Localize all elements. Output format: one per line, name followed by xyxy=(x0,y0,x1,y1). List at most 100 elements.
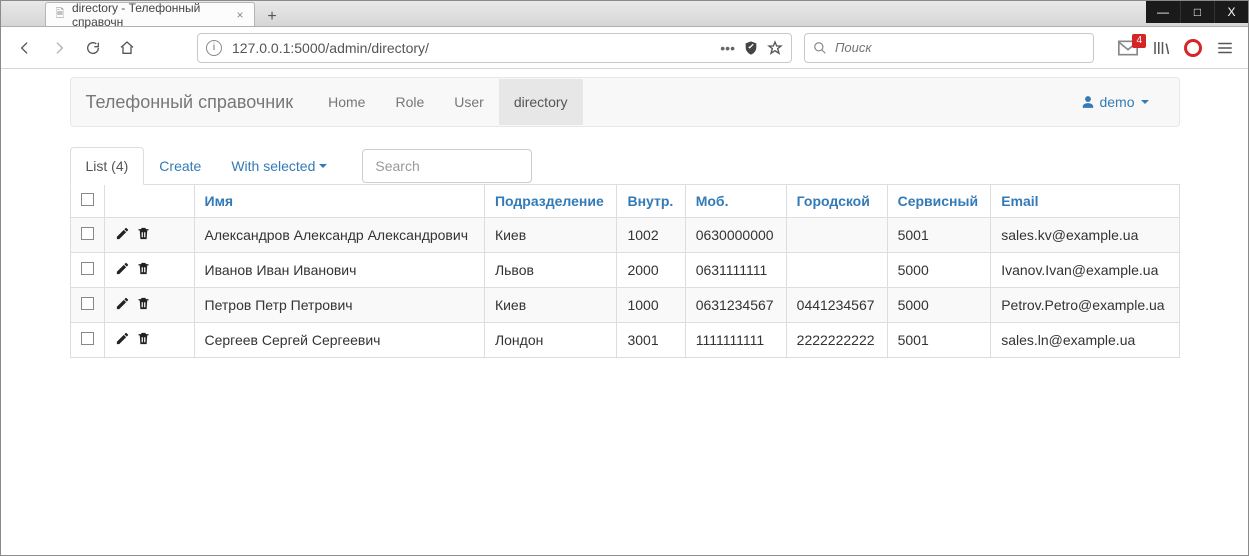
cell-dept: Львов xyxy=(484,253,617,288)
tab-title: directory - Телефонный справочн xyxy=(72,1,228,29)
page-content: Телефонный справочник Home Role User dir… xyxy=(1,69,1248,555)
shield-icon[interactable] xyxy=(743,40,759,56)
delete-button[interactable] xyxy=(136,261,151,279)
navbar-brand[interactable]: Телефонный справочник xyxy=(86,92,294,113)
row-actions-cell xyxy=(104,253,194,288)
admin-actions: List (4) Create With selected xyxy=(70,147,1180,185)
mail-button[interactable]: 4 xyxy=(1118,40,1138,56)
col-email[interactable]: Email xyxy=(991,185,1179,218)
edit-button[interactable] xyxy=(115,331,130,349)
row-actions-cell xyxy=(104,288,194,323)
meatball-icon[interactable]: ••• xyxy=(720,40,735,56)
search-bar[interactable] xyxy=(804,33,1094,63)
select-all-checkbox[interactable] xyxy=(81,193,94,206)
edit-button[interactable] xyxy=(115,296,130,314)
browser-toolbar: i ••• 4 xyxy=(1,27,1248,69)
cell-name: Сергеев Сергей Сергеевич xyxy=(194,323,484,358)
tab-close-icon[interactable]: × xyxy=(234,8,246,22)
col-mob[interactable]: Моб. xyxy=(685,185,786,218)
opera-icon xyxy=(1184,39,1202,57)
delete-button[interactable] xyxy=(136,226,151,244)
cell-service: 5000 xyxy=(887,253,991,288)
nav-link[interactable]: Home xyxy=(313,79,380,125)
nav-link[interactable]: User xyxy=(439,79,499,125)
edit-button[interactable] xyxy=(115,226,130,244)
nav-link[interactable]: Role xyxy=(380,79,439,125)
row-checkbox[interactable] xyxy=(81,262,94,275)
admin-search-input[interactable] xyxy=(362,149,532,183)
cell-dept: Киев xyxy=(484,288,617,323)
library-button[interactable] xyxy=(1152,39,1170,57)
user-menu[interactable]: demo xyxy=(1066,79,1163,125)
reload-icon xyxy=(85,40,101,56)
home-icon xyxy=(119,40,135,56)
library-icon xyxy=(1152,39,1170,57)
cell-email: Ivanov.Ivan@example.ua xyxy=(991,253,1179,288)
edit-button[interactable] xyxy=(115,261,130,279)
delete-icon xyxy=(136,226,151,241)
navbar-right: demo xyxy=(1066,79,1163,125)
cell-ext: 3001 xyxy=(617,323,685,358)
col-ext[interactable]: Внутр. xyxy=(617,185,685,218)
url-input[interactable] xyxy=(230,39,712,57)
cell-city: 0441234567 xyxy=(786,288,887,323)
col-city[interactable]: Городской xyxy=(786,185,887,218)
delete-button[interactable] xyxy=(136,331,151,349)
window-controls: — □ X xyxy=(1146,1,1248,23)
browser-search-input[interactable] xyxy=(833,39,1085,56)
search-icon xyxy=(813,41,827,55)
table-body: Александров Александр АлександровичКиев1… xyxy=(70,218,1179,358)
cell-ext: 2000 xyxy=(617,253,685,288)
col-name[interactable]: Имя xyxy=(194,185,484,218)
forward-button[interactable] xyxy=(45,34,73,62)
info-icon[interactable]: i xyxy=(206,40,222,56)
delete-button[interactable] xyxy=(136,296,151,314)
directory-table: Имя Подразделение Внутр. Моб. Городской … xyxy=(70,184,1180,358)
window-maximize-button[interactable]: □ xyxy=(1180,1,1214,23)
url-bar[interactable]: i ••• xyxy=(197,33,792,63)
nav-link[interactable]: directory xyxy=(499,79,583,125)
cell-name: Иванов Иван Иванович xyxy=(194,253,484,288)
cell-name: Александров Александр Александрович xyxy=(194,218,484,253)
arrow-left-icon xyxy=(17,40,33,56)
toolbar-right-icons: 4 xyxy=(1118,39,1238,57)
caret-down-icon xyxy=(319,164,327,168)
reload-button[interactable] xyxy=(79,34,107,62)
opera-button[interactable] xyxy=(1184,39,1202,57)
cell-mob: 0631234567 xyxy=(685,288,786,323)
user-icon xyxy=(1081,95,1095,109)
menu-button[interactable] xyxy=(1216,39,1234,57)
table-row: Петров Петр ПетровичКиев1000063123456704… xyxy=(70,288,1179,323)
new-tab-button[interactable]: + xyxy=(259,8,285,26)
cell-mob: 0631111111 xyxy=(685,253,786,288)
arrow-right-icon xyxy=(51,40,67,56)
nav-item-directory: directory xyxy=(499,79,583,125)
back-button[interactable] xyxy=(11,34,39,62)
col-dept[interactable]: Подразделение xyxy=(484,185,617,218)
cell-city xyxy=(786,218,887,253)
cell-ext: 1002 xyxy=(617,218,685,253)
home-button[interactable] xyxy=(113,34,141,62)
list-tab[interactable]: List (4) xyxy=(70,147,145,185)
row-checkbox[interactable] xyxy=(81,227,94,240)
cell-service: 5000 xyxy=(887,288,991,323)
row-checkbox[interactable] xyxy=(81,332,94,345)
cell-ext: 1000 xyxy=(617,288,685,323)
browser-window: 🗎 directory - Телефонный справочн × + — … xyxy=(0,0,1249,556)
row-select-cell xyxy=(70,253,104,288)
browser-tab[interactable]: 🗎 directory - Телефонный справочн × xyxy=(45,2,255,26)
with-selected-dropdown[interactable]: With selected xyxy=(216,148,342,184)
row-actions-cell xyxy=(104,323,194,358)
window-minimize-button[interactable]: — xyxy=(1146,1,1180,23)
table-row: Александров Александр АлександровичКиев1… xyxy=(70,218,1179,253)
container: Телефонный справочник Home Role User dir… xyxy=(55,77,1195,358)
row-select-cell xyxy=(70,323,104,358)
row-checkbox[interactable] xyxy=(81,297,94,310)
window-close-button[interactable]: X xyxy=(1214,1,1248,23)
star-icon[interactable] xyxy=(767,40,783,56)
col-service[interactable]: Сервисный xyxy=(887,185,991,218)
cell-city xyxy=(786,253,887,288)
create-link[interactable]: Create xyxy=(144,148,216,184)
delete-icon xyxy=(136,261,151,276)
cell-mob: 0630000000 xyxy=(685,218,786,253)
